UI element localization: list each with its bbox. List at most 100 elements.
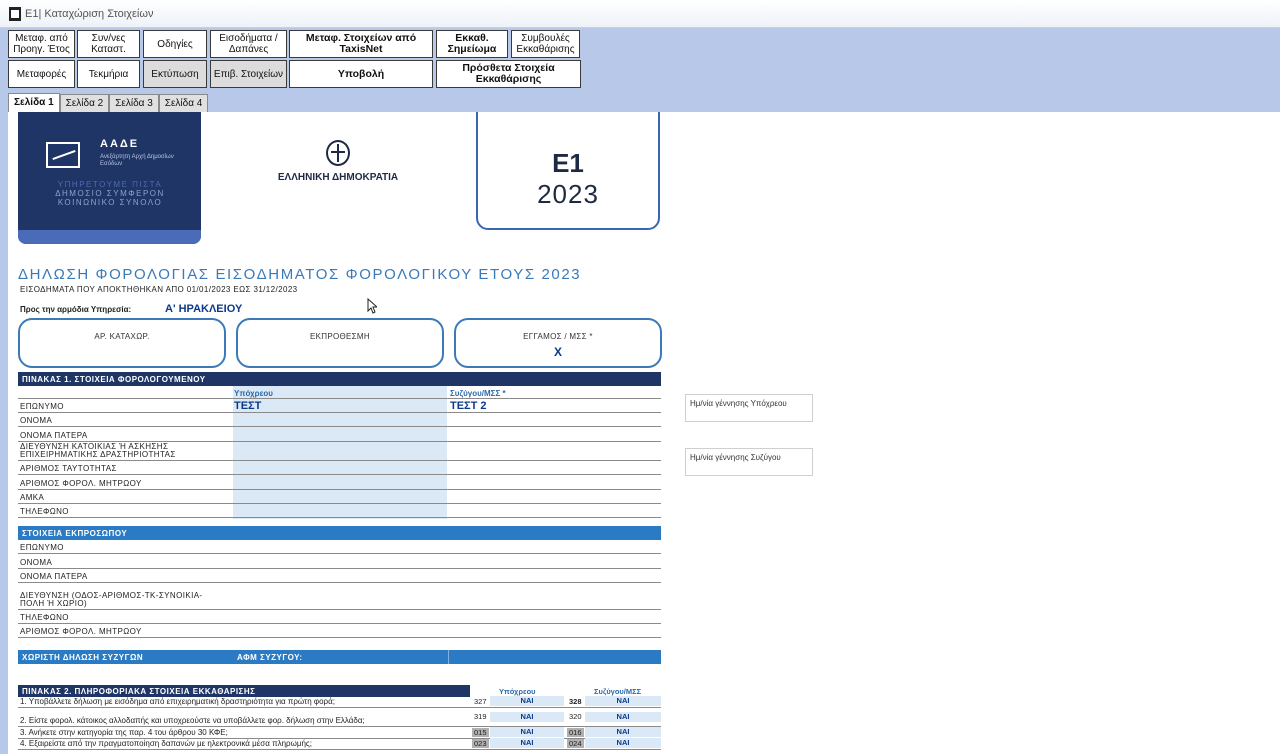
question-3-code-spouse: 016	[567, 728, 584, 737]
question-4-spouse-value[interactable]: ΝΑΙ	[585, 738, 661, 748]
app-icon	[9, 6, 21, 21]
table-row: ΤΗΛΕΦΩΝΟ	[18, 504, 661, 518]
question-1-code-obliged: 327	[474, 697, 487, 706]
document-title: ΔΗΛΩΣΗ ΦΟΡΟΛΟΓΙΑΣ ΕΙΣΟΔΗΜΑΤΟΣ ΦΟΡΟΛΟΓΙΚΟ…	[18, 266, 582, 283]
tab-page-3[interactable]: Σελίδα 3	[109, 94, 159, 112]
table-row: ΕΠΩΝΥΜΟ	[18, 540, 661, 554]
question-2-obliged-value[interactable]: ΝΑΙ	[490, 712, 564, 722]
table-row: 3. Ανήκετε στην κατηγορία της παρ. 4 του…	[18, 727, 661, 739]
print-button[interactable]: Εκτύπωση	[143, 60, 207, 88]
married-field[interactable]: ΕΓΓΑΜΟΣ / ΜΣΣ * Χ	[454, 318, 662, 368]
surname-obliged-value[interactable]: ΤΕΣΤ	[234, 400, 261, 412]
question-1-obliged-value[interactable]: ΝΑΙ	[490, 696, 564, 706]
table-row: 1. Υποβάλλετε δήλωση με εισόδημα από επι…	[18, 696, 661, 708]
late-filing-field[interactable]: ΕΚΠΡΟΘΕΣΜΗ	[236, 318, 444, 368]
aade-motto-line-1: ΥΠΗΡΕΤΟΥΜΕ ΠΙΣΤΑ	[57, 180, 163, 189]
clearance-note-button[interactable]: Εκκαθ. Σημείωμα	[436, 30, 508, 58]
question-1-text: 1. Υποβάλλετε δήλωση με εισόδημα από επι…	[20, 697, 335, 706]
address-label: ΔΙΕΥΘΥΝΣΗ ΚΑΤΟΙΚΙΑΣ Ή ΑΣΚΗΣΗΣ ΕΠΙΧΕΙΡΗΜΑ…	[20, 442, 176, 459]
rep-surname-label: ΕΠΩΝΥΜΟ	[20, 543, 64, 552]
question-2-text: 2. Είστε φορολ. κάτοικος αλλοδαπής και υ…	[20, 716, 365, 725]
question-1-code-spouse: 328	[569, 697, 582, 706]
rep-tax-id-label: ΑΡΙΘΜΟΣ ΦΟΡΟΛ. ΜΗΤΡΩΟΥ	[20, 627, 142, 636]
table-row: 2. Είστε φορολ. κάτοικος αλλοδαπής και υ…	[18, 708, 661, 727]
table-row: ΑΡΙΘΜΟΣ ΤΑΥΤΟΤΗΤΑΣ	[18, 461, 661, 475]
tab-page-2[interactable]: Σελίδα 2	[59, 94, 110, 112]
additional-clearance-data-button[interactable]: Πρόσθετα Στοιχεία Εκκαθάρισης	[436, 60, 581, 88]
table2-obliged-header: Υπόχρεου	[499, 687, 536, 696]
presumptions-button[interactable]: Τεκμήρια	[77, 60, 140, 88]
attached-statements-button[interactable]: Συν/νες Καταστ.	[77, 30, 140, 58]
divider	[448, 650, 449, 664]
table-row: ΑΡΙΘΜΟΣ ΦΟΡΟΛ. ΜΗΤΡΩΟΥ	[18, 475, 661, 490]
first-name-label: ΟΝΟΜΑ	[20, 416, 53, 425]
question-3-obliged-value[interactable]: ΝΑΙ	[490, 727, 564, 737]
table2-header: ΠΙΝΑΚΑΣ 2. ΠΛΗΡΟΦΟΡΙΑΚΑ ΣΤΟΙΧΕΙΑ ΕΚΚΑΘΑΡ…	[18, 685, 470, 697]
instructions-button[interactable]: Οδηγίες	[143, 30, 207, 58]
table-row: ΔΙΕΥΘΥΝΣΗ ΚΑΤΟΙΚΙΑΣ Ή ΑΣΚΗΣΗΣ ΕΠΙΧΕΙΡΗΜΑ…	[18, 442, 661, 461]
surname-spouse-value[interactable]: ΤΕΣΤ 2	[450, 400, 487, 412]
registration-number-label: ΑΡ. ΚΑΤΑΧΩΡ.	[94, 332, 150, 341]
table-row: ΑΡΙΘΜΟΣ ΦΟΡΟΛ. ΜΗΤΡΩΟΥ	[18, 624, 661, 638]
married-value: Χ	[553, 345, 562, 359]
surname-label: ΕΠΩΝΥΜΟ	[20, 402, 64, 411]
table1-header: ΠΙΝΑΚΑΣ 1. ΣΤΟΙΧΕΙΑ ΦΟΡΟΛΟΓΟΥΜΕΝΟΥ	[18, 372, 661, 386]
form-code: Ε1	[552, 148, 584, 178]
father-name-label: ΟΝΟΜΑ ΠΑΤΕΡΑ	[20, 431, 88, 440]
document-subtitle: ΕΙΣΟΔΗΜΑΤΑ ΠΟΥ ΑΠΟΚΤΗΘΗΚΑΝ ΑΠΟ 01/01/202…	[20, 285, 298, 294]
question-3-spouse-value[interactable]: ΝΑΙ	[585, 727, 661, 737]
republic-name: ΕΛΛΗΝΙΚΗ ΔΗΜΟΚΡΑΤΙΑ	[277, 172, 399, 183]
tax-office-value[interactable]: Α' ΗΡΑΚΛΕΙΟΥ	[165, 303, 242, 315]
aade-band	[18, 230, 201, 244]
hellenic-republic-header: ΕΛΛΗΝΙΚΗ ΔΗΜΟΚΡΑΤΙΑ	[253, 140, 423, 183]
question-3-code-obliged: 015	[472, 728, 489, 737]
rep-father-name-label: ΟΝΟΜΑ ΠΑΤΕΡΑ	[20, 572, 88, 581]
table-row: ΤΗΛΕΦΩΝΟ	[18, 610, 661, 624]
dob-obliged-field[interactable]: Ημ/νία γέννησης Υπόχρεου	[685, 394, 813, 422]
greek-coat-of-arms-icon	[326, 140, 350, 166]
tax-office-label: Προς την αρμόδια Υπηρεσία:	[20, 305, 132, 314]
question-2-code-spouse: 320	[569, 712, 582, 721]
income-expenses-button[interactable]: Εισοδήματα / Δαπάνες	[210, 30, 287, 58]
table-row: ΟΝΟΜΑ	[18, 413, 661, 427]
tab-page-1[interactable]: Σελίδα 1	[8, 93, 60, 112]
phone-label: ΤΗΛΕΦΩΝΟ	[20, 507, 69, 516]
question-2-code-obliged: 319	[474, 712, 487, 721]
form-badge: Ε1 2023	[476, 112, 660, 230]
question-4-obliged-value[interactable]: ΝΑΙ	[490, 738, 564, 748]
question-4-code-obliged: 023	[472, 739, 489, 748]
table-row: ΟΝΟΜΑ ΠΑΤΕΡΑ	[18, 569, 661, 583]
prev-year-transfer-button[interactable]: Μεταφ. από Προηγ. Έτος	[8, 30, 75, 58]
transfers-button[interactable]: Μεταφορές	[8, 60, 75, 88]
separate-filing-label: ΧΩΡΙΣΤΗ ΔΗΛΩΣΗ ΣΥΖΥΓΩΝ	[22, 653, 144, 662]
clearance-tips-button[interactable]: Συμβουλές Εκκαθάρισης	[511, 30, 580, 58]
table-row: ΕΠΩΝΥΜΟ	[18, 399, 661, 413]
tab-page-4[interactable]: Σελίδα 4	[158, 94, 209, 112]
rep-address-label: ΔΙΕΥΘΥΝΣΗ (ΟΔΟΣ-ΑΡΙΘΜΟΣ-ΤΚ-ΣΥΝΟΙΚΙΑ-ΠΟΛΗ…	[20, 591, 203, 608]
table-row: ΑΜΚΑ	[18, 490, 661, 504]
question-4-text: 4. Εξαιρείστε από την πραγματοποίηση δαπ…	[20, 739, 312, 748]
aade-name: ΑΑΔΕ	[100, 138, 140, 150]
tax-id-label: ΑΡΙΘΜΟΣ ΦΟΡΟΛ. ΜΗΤΡΩΟΥ	[20, 479, 142, 488]
taxisnet-transfer-button[interactable]: Μεταφ. Στοιχείων από TaxisNet	[289, 30, 433, 58]
dob-spouse-field[interactable]: Ημ/νία γέννησης Συζύγου	[685, 448, 813, 476]
registration-number-field[interactable]: ΑΡ. ΚΑΤΑΧΩΡ.	[18, 318, 226, 368]
representative-header: ΣΤΟΙΧΕΙΑ ΕΚΠΡΟΣΩΠΟΥ	[18, 526, 661, 540]
aade-emblem-icon	[46, 142, 80, 168]
question-4-code-spouse: 024	[567, 739, 584, 748]
spouse-afm-label: ΑΦΜ ΣΥΖΥΓΟΥ:	[237, 653, 303, 662]
toolbar: Μεταφ. από Προηγ. Έτος Συν/νες Καταστ. Ο…	[0, 28, 1280, 92]
table1-header-row	[18, 386, 661, 399]
aade-subtitle: Ανεξάρτητη Αρχή Δημοσίων Εσόδων	[100, 154, 174, 167]
question-1-spouse-value[interactable]: ΝΑΙ	[585, 696, 661, 706]
submit-button[interactable]: Υποβολή	[289, 60, 433, 88]
question-2-spouse-value[interactable]: ΝΑΙ	[585, 712, 661, 722]
page-tabs: Σελίδα 1 Σελίδα 2 Σελίδα 3 Σελίδα 4	[8, 93, 209, 112]
table2-spouse-header: Συζύγου/ΜΣΣ	[594, 687, 642, 696]
table-row: 4. Εξαιρείστε από την πραγματοποίηση δαπ…	[18, 738, 661, 750]
form-year: 2023	[537, 179, 599, 209]
verify-data-button[interactable]: Επιβ. Στοιχείων	[210, 60, 287, 88]
aade-motto: ΥΠΗΡΕΤΟΥΜΕ ΠΙΣΤΑ ΔΗΜΟΣΙΟ ΣΥΜΦΕΡΟΝ ΚΟΙΝΩΝ…	[40, 180, 180, 207]
rep-first-name-label: ΟΝΟΜΑ	[20, 558, 53, 567]
form-page: ΑΑΔΕ Ανεξάρτητη Αρχή Δημοσίων Εσόδων ΥΠΗ…	[8, 112, 1280, 754]
